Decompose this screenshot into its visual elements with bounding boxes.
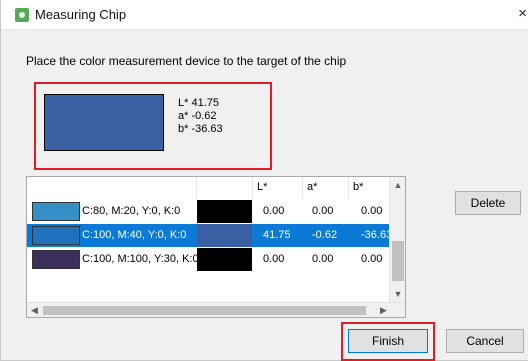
cell-l: 0.00	[263, 205, 285, 217]
table-row[interactable]: C:100, M:40, Y:0, K:0 41.75 -0.62 -36.63	[27, 224, 393, 247]
cell-l: 41.75	[263, 229, 291, 241]
measurement-preview-highlight: L* 41.75 a* -0.62 b* -36.63	[34, 82, 272, 170]
chip-swatch	[32, 202, 80, 221]
chip-name: C:100, M:100, Y:30, K:0	[82, 253, 199, 265]
header-a[interactable]: a*	[303, 177, 349, 199]
cancel-button[interactable]: Cancel	[446, 329, 524, 353]
list-header: L* a* b*	[27, 177, 390, 199]
chip-name: C:80, M:20, Y:0, K:0	[82, 205, 181, 217]
horizontal-scrollbar[interactable]: ◀ ▶	[27, 302, 405, 317]
vertical-scrollbar[interactable]: ▲ ▼	[389, 177, 405, 303]
measured-sample	[197, 200, 252, 223]
scroll-down-icon[interactable]: ▼	[390, 289, 405, 299]
instruction-text: Place the color measurement device to th…	[26, 54, 347, 68]
delete-button[interactable]: Delete	[455, 191, 521, 215]
app-icon	[15, 8, 29, 22]
measured-b-value: b* -36.63	[178, 123, 223, 135]
header-l[interactable]: L*	[253, 177, 303, 199]
scroll-right-icon[interactable]: ▶	[380, 303, 387, 317]
measured-sample	[197, 248, 252, 271]
table-row[interactable]: C:100, M:100, Y:30, K:0 0.00 0.00 0.00	[27, 248, 390, 271]
horizontal-scroll-thumb[interactable]	[43, 306, 366, 315]
measured-color-swatch	[44, 94, 164, 151]
table-row[interactable]: C:80, M:20, Y:0, K:0 0.00 0.00 0.00	[27, 200, 390, 223]
close-icon[interactable]: ×	[518, 5, 527, 22]
measured-sample	[197, 224, 252, 247]
measuring-chip-dialog: Measuring Chip × Place the color measure…	[0, 0, 528, 361]
cell-b: 0.00	[361, 253, 383, 265]
header-swatch-name	[27, 177, 197, 199]
cell-a: -0.62	[312, 229, 338, 241]
header-sample	[197, 177, 253, 199]
measured-lab-values: L* 41.75 a* -0.62 b* -36.63	[178, 97, 223, 136]
cell-a: 0.00	[312, 205, 334, 217]
vertical-scroll-thumb[interactable]	[392, 241, 404, 281]
header-b[interactable]: b*	[349, 177, 391, 199]
cell-b: 0.00	[361, 205, 383, 217]
window-title: Measuring Chip	[35, 7, 127, 22]
chip-name: C:100, M:40, Y:0, K:0	[82, 229, 187, 241]
chip-swatch	[32, 226, 80, 245]
title-bar: Measuring Chip ×	[1, 0, 528, 30]
measured-a-value: a* -0.62	[178, 110, 217, 122]
measured-l-value: L* 41.75	[178, 97, 219, 109]
finish-button[interactable]: Finish	[348, 329, 428, 353]
cell-l: 0.00	[263, 253, 285, 265]
cell-a: 0.00	[312, 253, 334, 265]
scroll-up-icon[interactable]: ▲	[390, 180, 405, 190]
cell-b: -36.63	[361, 229, 393, 241]
chip-swatch	[32, 250, 80, 269]
scroll-left-icon[interactable]: ◀	[31, 303, 38, 317]
chip-list[interactable]: L* a* b* C:80, M:20, Y:0, K:0 0.00 0.00 …	[26, 176, 406, 318]
